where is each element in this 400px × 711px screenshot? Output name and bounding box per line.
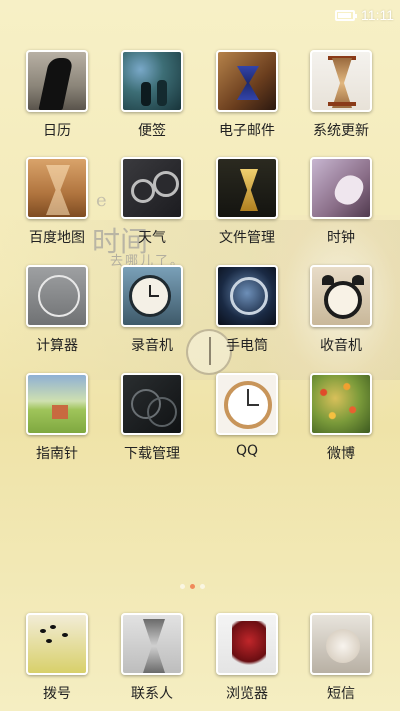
app-file-manager[interactable]: 文件管理 — [202, 157, 292, 247]
battery-icon — [335, 9, 358, 21]
app-baidu-maps[interactable]: 百度地图 — [12, 157, 102, 247]
app-label: 拨号 — [43, 686, 71, 702]
app-clock[interactable]: 时钟 — [296, 157, 386, 247]
status-time: 11:11 — [361, 7, 394, 23]
app-label: 百度地图 — [29, 230, 85, 246]
app-label: 时钟 — [327, 230, 355, 246]
dock-contacts[interactable]: 联系人 — [107, 613, 197, 703]
app-recorder[interactable]: 录音机 — [107, 265, 197, 355]
app-label: 浏览器 — [226, 686, 268, 702]
baidu-maps-icon — [26, 157, 88, 219]
app-weibo[interactable]: 微博 — [296, 373, 386, 463]
dock-sms[interactable]: 短信 — [296, 613, 386, 703]
app-flashlight[interactable]: 手电筒 — [202, 265, 292, 355]
download-manager-icon — [121, 373, 183, 435]
app-notes[interactable]: 便签 — [107, 50, 197, 140]
calendar-icon — [26, 50, 88, 112]
app-label: QQ — [235, 443, 259, 459]
dock-browser[interactable]: 浏览器 — [202, 613, 292, 703]
phone-icon — [26, 613, 88, 675]
weather-icon — [121, 157, 183, 219]
app-calculator[interactable]: 计算器 — [12, 265, 102, 355]
radio-icon — [310, 265, 372, 327]
contacts-icon — [121, 613, 183, 675]
app-label: 下载管理 — [124, 446, 180, 462]
app-label: 天气 — [138, 230, 166, 246]
app-qq[interactable]: QQ — [202, 373, 292, 459]
system-update-icon — [310, 50, 372, 112]
app-label: 收音机 — [320, 338, 362, 354]
app-label: 短信 — [327, 686, 355, 702]
battery-fill — [338, 12, 352, 18]
app-label: 日历 — [43, 123, 71, 139]
page-dot — [180, 584, 185, 589]
weibo-icon — [310, 373, 372, 435]
app-calendar[interactable]: 日历 — [12, 50, 102, 140]
page-dot — [190, 584, 195, 589]
app-label: 便签 — [138, 123, 166, 139]
flashlight-icon — [216, 265, 278, 327]
app-compass[interactable]: 指南针 — [12, 373, 102, 463]
app-email[interactable]: 电子邮件 — [202, 50, 292, 140]
app-weather[interactable]: 天气 — [107, 157, 197, 247]
app-label: 录音机 — [131, 338, 173, 354]
app-label: 计算器 — [36, 338, 78, 354]
page-indicator[interactable] — [180, 584, 205, 589]
page-dot — [200, 584, 205, 589]
compass-icon — [26, 373, 88, 435]
email-icon — [216, 50, 278, 112]
sms-icon — [310, 613, 372, 675]
clock-icon — [310, 157, 372, 219]
app-label: 联系人 — [131, 686, 173, 702]
app-download-manager[interactable]: 下载管理 — [107, 373, 197, 463]
qq-icon — [216, 373, 278, 435]
app-label: 文件管理 — [219, 230, 275, 246]
app-label: 系统更新 — [313, 123, 369, 139]
app-label: 手电筒 — [226, 338, 268, 354]
file-manager-icon — [216, 157, 278, 219]
browser-icon — [216, 613, 278, 675]
recorder-icon — [121, 265, 183, 327]
dock-phone[interactable]: 拨号 — [12, 613, 102, 703]
app-label: 电子邮件 — [219, 123, 275, 139]
app-system-update[interactable]: 系统更新 — [296, 50, 386, 140]
notes-icon — [121, 50, 183, 112]
app-radio[interactable]: 收音机 — [296, 265, 386, 355]
calculator-icon — [26, 265, 88, 327]
app-label: 指南针 — [36, 446, 78, 462]
status-bar: 11:11 — [0, 0, 400, 30]
app-label: 微博 — [327, 446, 355, 462]
